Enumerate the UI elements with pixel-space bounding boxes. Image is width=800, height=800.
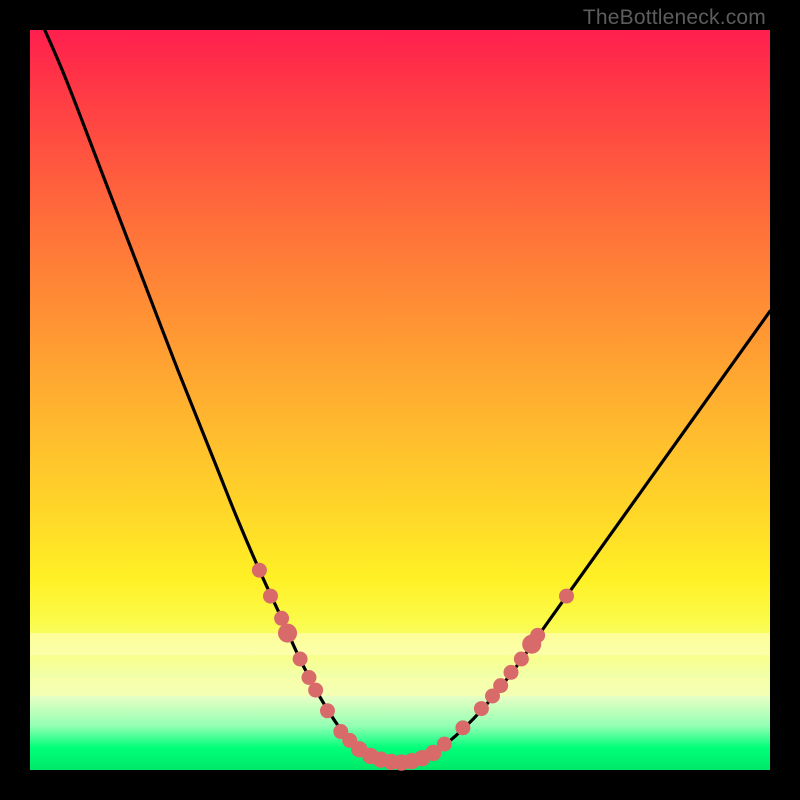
pale-bands-group xyxy=(30,633,770,696)
data-dot xyxy=(308,683,323,698)
data-dot xyxy=(474,701,489,716)
dots-group xyxy=(252,563,574,771)
data-dot xyxy=(263,589,278,604)
data-dot xyxy=(514,652,529,667)
data-dot xyxy=(559,589,574,604)
data-dot xyxy=(274,611,289,626)
data-dot xyxy=(455,720,470,735)
plot-area xyxy=(30,30,770,770)
data-dot xyxy=(504,665,519,680)
pale-band xyxy=(30,633,770,655)
data-dot xyxy=(493,678,508,693)
data-dot xyxy=(437,737,452,752)
watermark-text: TheBottleneck.com xyxy=(583,6,766,30)
curve-svg xyxy=(30,30,770,770)
data-dot xyxy=(252,563,267,578)
data-dot xyxy=(320,703,335,718)
chart-frame: TheBottleneck.com xyxy=(0,0,800,800)
data-dot xyxy=(530,628,545,643)
data-dot xyxy=(293,652,308,667)
data-dot xyxy=(278,624,297,643)
pale-band xyxy=(30,678,770,697)
